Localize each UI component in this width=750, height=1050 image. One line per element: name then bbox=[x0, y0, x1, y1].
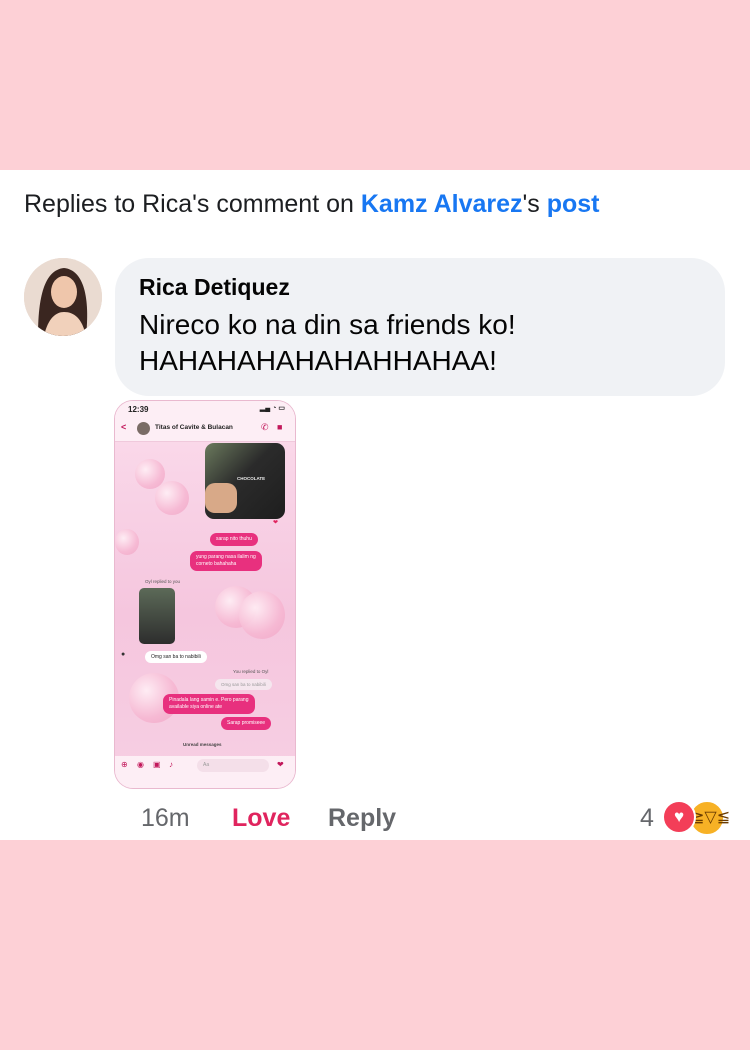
message-line: available siya online ate bbox=[169, 704, 223, 710]
camera-icon: ◉ bbox=[137, 760, 144, 769]
composer-bar: ⊕ ◉ ▣ ♪ Aa ❤ bbox=[115, 756, 295, 788]
header-prefix: Replies to Rica's comment on bbox=[24, 190, 361, 218]
phone-icon: ✆ bbox=[261, 422, 269, 432]
comment-card: Replies to Rica's comment on Kamz Alvare… bbox=[0, 170, 750, 840]
post-author-link[interactable]: Kamz Alvarez bbox=[361, 190, 523, 218]
message-bubble: Sarap promiseee bbox=[221, 717, 272, 730]
quoted-message: Omg san ba to nabibili bbox=[215, 679, 272, 690]
love-button[interactable]: Love bbox=[232, 804, 290, 833]
header-possessive: 's bbox=[522, 190, 547, 218]
comment-text-line-1: Nireco ko na din sa friends ko! bbox=[139, 309, 516, 340]
mic-icon: ♪ bbox=[169, 760, 173, 769]
message-bubble: sarap nito thuhu bbox=[210, 533, 258, 546]
avatar[interactable] bbox=[24, 258, 102, 336]
chat-header: < Titas of Cavite & Bulacan ✆ ■ bbox=[115, 417, 295, 442]
product-photo: CHOCOLATE bbox=[205, 443, 285, 519]
message-bubble: Pinadala lang samin e. Pero parang availa… bbox=[163, 694, 255, 714]
phone-time: 12:39 bbox=[128, 405, 149, 414]
message-line: Pinadala lang samin e. Pero parang bbox=[169, 697, 249, 703]
reaction-count[interactable]: 4 bbox=[640, 804, 654, 833]
message-input: Aa bbox=[197, 759, 269, 772]
image-icon: ▣ bbox=[153, 760, 161, 769]
product-label: CHOCOLATE bbox=[237, 476, 266, 481]
back-icon: < bbox=[121, 422, 127, 432]
hand-shape bbox=[205, 483, 237, 513]
heart-decoration bbox=[155, 481, 189, 515]
comment-time: 16m bbox=[141, 804, 190, 832]
chat-title: Titas of Cavite & Bulacan bbox=[155, 424, 233, 431]
heart-decoration bbox=[115, 529, 139, 555]
commenter-name[interactable]: Rica Detiquez bbox=[139, 274, 701, 301]
attached-screenshot[interactable]: 12:39 ▂▄ ◔ ▭ < Titas of Cavite & Bulacan… bbox=[115, 401, 295, 788]
reply-button[interactable]: Reply bbox=[328, 804, 396, 833]
signal-icon: ▂▄ ◔ ▭ bbox=[259, 405, 285, 412]
message-line: corneto bahahaha bbox=[196, 561, 237, 567]
sender-avatar-icon: ● bbox=[121, 651, 126, 658]
comment-text-line-2: HAHAHAHAHAHAHHAHAA! bbox=[139, 345, 497, 376]
comment-bubble: Rica Detiquez Nireco ko na din sa friend… bbox=[115, 258, 725, 396]
message-bubble: yung parang nasa ilalim ng corneto bahaha… bbox=[190, 551, 262, 571]
reply-thumbnail bbox=[139, 588, 175, 644]
video-icon: ■ bbox=[277, 422, 283, 432]
reply-indicator: You replied to Oyl bbox=[233, 669, 269, 674]
reply-indicator: Oyl replied to you bbox=[145, 579, 181, 584]
unread-divider: Unread messages bbox=[183, 742, 222, 747]
love-reaction-icon: ♥ bbox=[662, 800, 696, 834]
group-avatar bbox=[137, 422, 150, 435]
phone-status-bar: 12:39 ▂▄ ◔ ▭ bbox=[115, 401, 295, 417]
heart-send-icon: ❤ bbox=[277, 760, 284, 769]
plus-icon: ⊕ bbox=[121, 760, 128, 769]
heart-decoration bbox=[239, 591, 285, 639]
post-link[interactable]: post bbox=[547, 190, 600, 218]
heart-react-icon: ❤ bbox=[273, 520, 279, 526]
message-bubble: Omg san ba to nabibili bbox=[145, 651, 207, 663]
replies-header: Replies to Rica's comment on Kamz Alvare… bbox=[24, 190, 600, 219]
message-line: yung parang nasa ilalim ng bbox=[196, 554, 256, 560]
